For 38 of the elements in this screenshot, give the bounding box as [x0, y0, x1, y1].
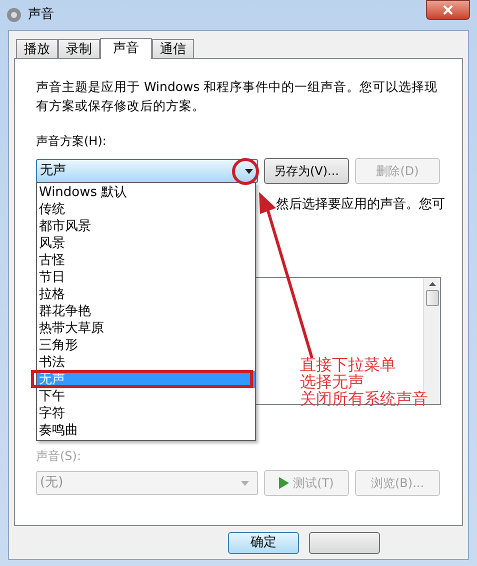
description-text: 声音主题是应用于 Windows 和程序事件中的一组声音。您可以选择现有方案或保存修改后的方案。: [36, 78, 439, 115]
dropdown-option[interactable]: 拉格: [37, 286, 255, 303]
play-icon: [279, 477, 290, 489]
dropdown-option[interactable]: 群花争艳: [37, 303, 255, 320]
annotation-text: 关闭所有系统声音: [300, 390, 428, 407]
scroll-thumb[interactable]: [426, 290, 438, 306]
close-icon: [443, 5, 453, 15]
dropdown-option[interactable]: 古怪: [37, 252, 255, 269]
scheme-label: 声音方案(H):: [36, 133, 108, 150]
dropdown-option[interactable]: 风景: [37, 235, 255, 252]
dropdown-option[interactable]: 热带大草原: [37, 320, 255, 337]
tab[interactable]: 通信: [152, 39, 194, 58]
dropdown-option[interactable]: 下午: [37, 388, 255, 405]
annotation-text: 直接下拉菜单: [300, 356, 397, 373]
tab[interactable]: 录制: [58, 39, 100, 58]
close-button[interactable]: [426, 0, 470, 20]
sound-label: 声音(S):: [36, 448, 82, 465]
instruction-text: 然后选择要应用的声音。您可: [276, 196, 445, 213]
dialog-button[interactable]: [309, 532, 380, 554]
dropdown-option[interactable]: 都市风景: [37, 218, 255, 235]
annotation-text: 选择无声: [300, 373, 364, 390]
speaker-icon: [6, 7, 22, 23]
ok-button[interactable]: 确定: [228, 532, 299, 554]
tab[interactable]: 声音: [100, 38, 152, 59]
scroll-up-icon[interactable]: [428, 282, 436, 286]
dropdown-option[interactable]: 字符: [37, 405, 255, 422]
window-title: 声音: [28, 6, 54, 24]
caret-icon: [241, 480, 249, 486]
tab[interactable]: 播放: [16, 39, 58, 58]
dropdown-option[interactable]: 奏鸣曲: [37, 422, 255, 439]
dropdown-option[interactable]: 三角形: [37, 337, 255, 354]
scheme-dropdown[interactable]: 无声: [36, 159, 258, 183]
caret-icon: [245, 168, 253, 174]
dropdown-option[interactable]: 节日: [37, 269, 255, 286]
dialog-button[interactable]: 另存为(V)...: [264, 158, 349, 184]
dropdown-option[interactable]: Windows 默认: [37, 184, 255, 201]
dropdown-option[interactable]: 传统: [37, 201, 255, 218]
dropdown-option[interactable]: 书法: [37, 354, 255, 371]
